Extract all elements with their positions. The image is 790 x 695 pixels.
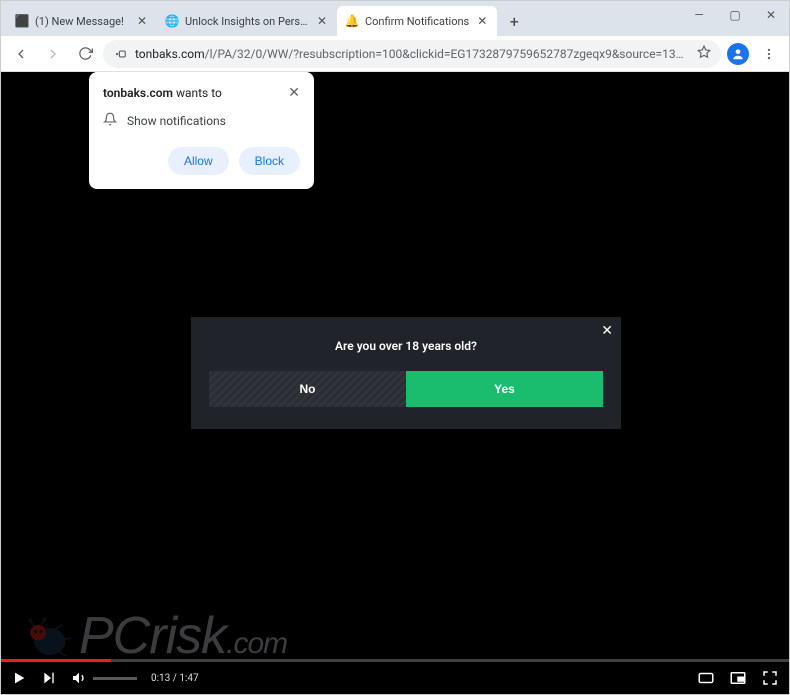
time-current: 0:13 [151, 673, 170, 684]
age-verification-dialog: ✕ Are you over 18 years old? No Yes [191, 317, 621, 429]
bell-icon: 🔔 [345, 14, 359, 28]
progress-fill [1, 659, 111, 662]
tab-strip: ⬛ (1) New Message! ✕ 🌐 Unlock Insights o… [1, 1, 789, 36]
page-content: tonbaks.com wants to ✕ Show notification… [1, 72, 789, 694]
maximize-button[interactable]: ▢ [717, 1, 753, 29]
toolbar: tonbaks.com/l/PA/32/0/WW/?resubscription… [1, 36, 789, 72]
url-domain: tonbaks.com [135, 47, 205, 61]
yes-button[interactable]: Yes [406, 371, 603, 407]
globe-icon: 🌐 [165, 14, 179, 28]
bookmark-star-icon[interactable] [697, 44, 711, 63]
close-icon[interactable]: ✕ [135, 14, 149, 28]
no-button[interactable]: No [209, 371, 406, 407]
site-info-icon[interactable] [113, 47, 127, 61]
new-tab-button[interactable]: + [501, 8, 527, 34]
video-time: 0:13 / 1:47 [151, 673, 199, 684]
watermark-text: PCrisk.com [79, 610, 287, 662]
reload-button[interactable] [71, 40, 99, 68]
volume-icon[interactable] [71, 670, 87, 686]
close-icon[interactable]: ✕ [475, 14, 489, 28]
pip-button[interactable] [729, 669, 747, 687]
allow-button[interactable]: Allow [168, 147, 229, 175]
age-question: Are you over 18 years old? [191, 317, 621, 371]
close-window-button[interactable]: ✕ [753, 1, 789, 29]
close-icon[interactable]: ✕ [315, 14, 329, 28]
tab-unlock-insights[interactable]: 🌐 Unlock Insights on Personal Fin ✕ [157, 6, 337, 36]
watermark-sub: risk [149, 610, 226, 662]
tab-confirm-notifications[interactable]: 🔔 Confirm Notifications ✕ [337, 6, 497, 36]
close-icon[interactable]: ✕ [601, 323, 613, 339]
video-controls: 0:13 / 1:47 [1, 662, 789, 694]
block-button[interactable]: Block [239, 147, 300, 175]
address-bar[interactable]: tonbaks.com/l/PA/32/0/WW/?resubscription… [103, 40, 721, 68]
url-path: /l/PA/32/0/WW/?resubscription=100&clicki… [205, 47, 689, 61]
time-total: 1:47 [179, 673, 198, 684]
watermark-domain: .com [226, 629, 287, 659]
avatar-icon [727, 43, 749, 65]
watermark-main: PC [79, 610, 149, 662]
minimize-button[interactable]: — [681, 1, 717, 29]
window-controls: — ▢ ✕ [681, 1, 789, 29]
permission-site: tonbaks.com [103, 86, 173, 100]
url-text: tonbaks.com/l/PA/32/0/WW/?resubscription… [135, 47, 689, 61]
tab-title: Unlock Insights on Personal Fin [185, 15, 309, 28]
forward-button[interactable] [39, 40, 67, 68]
menu-button[interactable] [755, 40, 783, 68]
notification-permission-prompt: tonbaks.com wants to ✕ Show notification… [89, 72, 314, 189]
browser-window: ⬛ (1) New Message! ✕ 🌐 Unlock Insights o… [0, 0, 790, 695]
close-icon[interactable]: ✕ [288, 86, 300, 100]
permission-title: tonbaks.com wants to [103, 86, 222, 100]
tab-title: Confirm Notifications [365, 15, 469, 28]
bell-icon [103, 112, 117, 129]
tab-new-message[interactable]: ⬛ (1) New Message! ✕ [7, 6, 157, 36]
watermark: PCrisk.com [19, 608, 287, 664]
volume-control[interactable] [71, 670, 137, 686]
progress-track[interactable] [1, 659, 789, 662]
tab-favicon: ⬛ [15, 14, 29, 28]
tab-title: (1) New Message! [35, 15, 129, 28]
captions-button[interactable] [697, 669, 715, 687]
bug-mascot-icon [19, 608, 75, 664]
back-button[interactable] [7, 40, 35, 68]
play-button[interactable] [11, 670, 27, 686]
profile-button[interactable] [725, 41, 751, 67]
permission-item-label: Show notifications [127, 114, 226, 128]
next-button[interactable] [41, 670, 57, 686]
permission-wants-to: wants to [173, 86, 222, 100]
fullscreen-button[interactable] [761, 669, 779, 687]
volume-track[interactable] [93, 677, 137, 680]
